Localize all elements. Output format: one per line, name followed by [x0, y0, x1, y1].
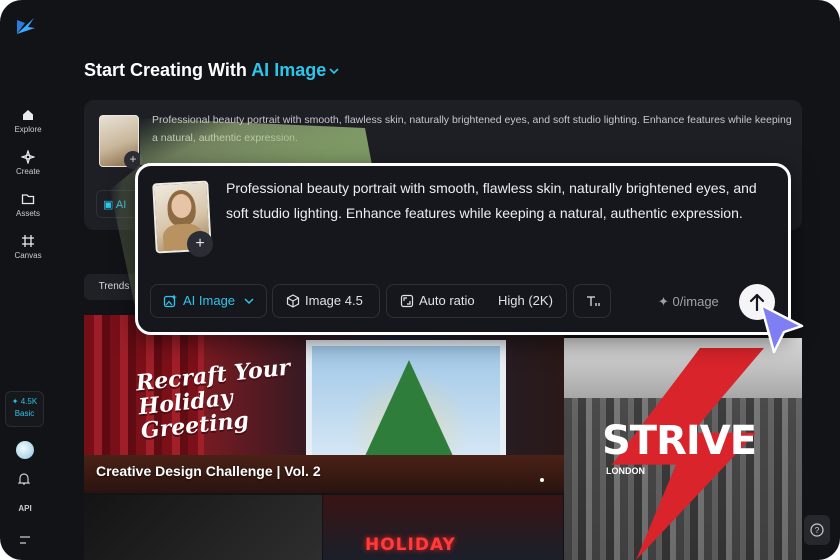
prompt-text-background: Professional beauty portrait with smooth… [152, 114, 792, 144]
gallery-card-subtitle: LONDON [606, 466, 645, 476]
text-style-button[interactable] [573, 284, 611, 318]
sparkle-icon: ✦ [658, 294, 669, 309]
gallery-card-holiday[interactable]: HOLIDAY [323, 495, 563, 560]
mode-chip-background[interactable]: ▣ AI [96, 190, 140, 218]
plan-label: Basic [14, 409, 35, 418]
featured-card-caption: Creative Design Challenge | Vol. 2 [96, 463, 321, 479]
sidebar-item-label: Canvas [14, 251, 42, 260]
help-button[interactable]: ? [804, 515, 830, 545]
avatar[interactable] [16, 441, 34, 459]
gallery-card-title: STRIVE [602, 418, 757, 464]
prompt-input[interactable]: Professional beauty portrait with smooth… [226, 176, 766, 225]
home-icon [23, 110, 33, 120]
sidebar-item-label: Explore [14, 125, 42, 134]
mode-dropdown[interactable]: AI Image [150, 284, 267, 318]
mode-chip-label: AI [115, 199, 127, 211]
quality-label: High (2K) [498, 293, 553, 308]
image-icon: ▣ [103, 199, 114, 211]
folder-icon [21, 194, 35, 205]
page-title-prefix: Start Creating With [84, 60, 247, 80]
mode-dropdown-label: AI Image [183, 293, 236, 308]
sidebar-item-create[interactable]: Create [0, 150, 56, 176]
sidebar-item-canvas[interactable]: Canvas [0, 234, 56, 260]
chevron-down-icon [244, 298, 254, 305]
page-title: Start Creating With AI Image [84, 60, 340, 81]
prompt-card-zoomed: + Professional beauty portrait with smoo… [135, 163, 791, 335]
collapse-menu-icon[interactable] [19, 536, 31, 544]
canvas-grid-icon [22, 235, 34, 247]
gallery-card-dark[interactable] [84, 495, 322, 560]
chevron-down-icon [329, 68, 339, 75]
mouse-cursor-icon [759, 303, 804, 354]
ratio-quality-selector[interactable]: Auto ratio High (2K) [386, 284, 567, 318]
image-sparkle-icon [163, 294, 177, 308]
featured-gallery-card[interactable]: Recraft Your Holiday Greeting Creative D… [84, 315, 564, 493]
cube-icon [286, 294, 300, 308]
sidebar-item-explore[interactable]: Explore [0, 108, 56, 134]
mode-switcher[interactable]: AI Image [251, 60, 340, 80]
text-format-icon [587, 296, 600, 306]
app-logo[interactable] [14, 14, 38, 38]
neon-sign-text: HOLIDAY [365, 535, 456, 555]
bell-icon[interactable] [18, 472, 30, 486]
api-link[interactable]: API [0, 504, 50, 513]
ratio-label: Auto ratio [419, 293, 475, 308]
sidebar-item-label: Assets [15, 209, 40, 218]
help-icon: ? [810, 523, 824, 537]
sidebar: Explore Create Assets Canvas ✦ 4.5K Basi… [0, 0, 56, 560]
sparkle-icon [21, 150, 35, 164]
credits-amount: 4.5K [20, 397, 38, 406]
gallery-card-strive[interactable]: STRIVE LONDON [564, 338, 802, 560]
add-reference-button[interactable]: + [187, 231, 213, 257]
model-selector[interactable]: Image 4.5 [272, 284, 380, 318]
sidebar-item-label: Create [15, 167, 40, 176]
sidebar-item-assets[interactable]: Assets [0, 192, 56, 218]
generation-cost: ✦ 0/image [658, 294, 719, 310]
svg-text:?: ? [815, 526, 820, 535]
aspect-ratio-icon [400, 294, 414, 308]
model-selector-label: Image 4.5 [305, 293, 363, 308]
mode-switcher-label: AI Image [251, 60, 327, 80]
carousel-dot[interactable] [540, 478, 544, 482]
generation-cost-label: 0/image [672, 294, 719, 309]
sparkle-icon: ✦ [11, 397, 19, 406]
credits-badge[interactable]: ✦ 4.5K Basic [5, 391, 44, 427]
